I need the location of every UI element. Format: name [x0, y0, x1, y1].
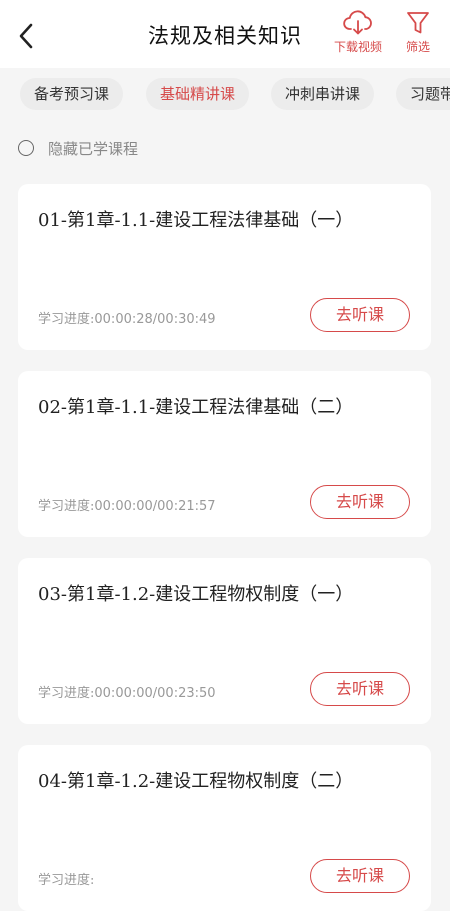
hide-learned-label: 隐藏已学课程	[48, 139, 139, 158]
course-progress: 学习进度:00:00:00/00:23:50	[38, 682, 216, 701]
go-listen-button[interactable]: 去听课	[310, 672, 410, 706]
tab-sprint-course[interactable]: 冲刺串讲课	[271, 78, 375, 110]
go-listen-button[interactable]: 去听课	[310, 485, 410, 519]
course-card[interactable]: 02-第1章-1.1-建设工程法律基础（二） 学习进度:00:00:00/00:…	[18, 371, 431, 537]
course-title: 02-第1章-1.1-建设工程法律基础（二）	[38, 397, 354, 418]
download-video-button[interactable]: 下载视频	[334, 10, 382, 55]
tab-preview-course[interactable]: 备考预习课	[20, 78, 124, 110]
course-card[interactable]: 04-第1章-1.2-建设工程物权制度（二） 学习进度: 去听课	[18, 745, 431, 911]
progress-label: 学习进度:	[38, 686, 95, 701]
tab-exercise-course[interactable]: 习题带练	[396, 78, 450, 110]
course-progress: 学习进度:00:00:00/00:21:57	[38, 495, 216, 514]
course-card[interactable]: 01-第1章-1.1-建设工程法律基础（一） 学习进度:00:00:28/00:…	[18, 184, 431, 350]
hide-learned-toggle[interactable]: 隐藏已学课程	[18, 136, 138, 160]
radio-unchecked-icon[interactable]	[18, 140, 34, 156]
course-type-tabs: 备考预习课 基础精讲课 冲刺串讲课 习题带练	[0, 68, 450, 122]
tab-basic-course[interactable]: 基础精讲课	[146, 78, 250, 110]
progress-label: 学习进度:	[38, 499, 95, 514]
go-listen-button[interactable]: 去听课	[310, 859, 410, 893]
top-bar: 法规及相关知识 下载视频 筛选	[0, 0, 450, 68]
course-title: 03-第1章-1.2-建设工程物权制度（一）	[38, 584, 354, 605]
page-title: 法规及相关知识	[148, 24, 302, 48]
progress-value: 00:00:28/00:30:49	[94, 312, 216, 327]
progress-value: 00:00:00/00:23:50	[94, 686, 216, 701]
course-progress: 学习进度:	[38, 869, 94, 888]
progress-value: 00:00:00/00:21:57	[94, 499, 216, 514]
filter-label: 筛选	[405, 40, 430, 54]
course-title: 04-第1章-1.2-建设工程物权制度（二）	[38, 771, 354, 792]
course-card[interactable]: 03-第1章-1.2-建设工程物权制度（一） 学习进度:00:00:00/00:…	[18, 558, 431, 724]
course-progress: 学习进度:00:00:28/00:30:49	[38, 308, 216, 327]
cloud-download-icon	[343, 10, 372, 35]
download-video-label: 下载视频	[334, 40, 383, 54]
progress-label: 学习进度:	[38, 312, 95, 327]
course-title: 01-第1章-1.1-建设工程法律基础（一）	[38, 210, 354, 231]
funnel-icon	[407, 12, 429, 34]
progress-label: 学习进度:	[38, 873, 95, 888]
go-listen-button[interactable]: 去听课	[310, 298, 410, 332]
filter-button[interactable]: 筛选	[405, 10, 431, 55]
